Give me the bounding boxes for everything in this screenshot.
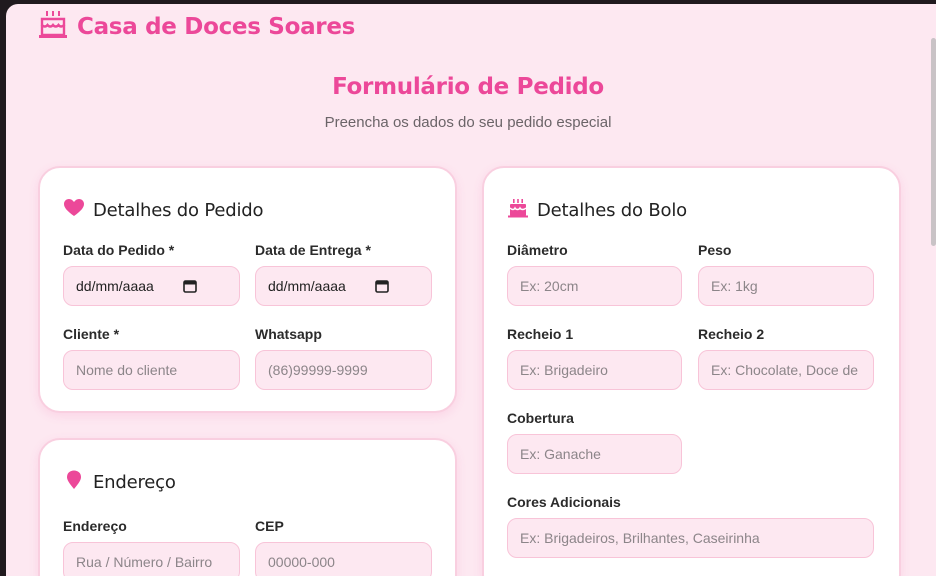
address-heading: Endereço [93, 472, 176, 493]
form-title: Formulário de Pedido [332, 74, 604, 100]
filling-1-label: Recheio 1 [507, 326, 574, 342]
order-details-heading: Detalhes do Pedido [93, 200, 264, 221]
brand[interactable]: Casa de Doces Soares [38, 9, 355, 44]
calendar-icon[interactable] [375, 279, 389, 293]
delivery-date-value: dd/mm/aaaa [268, 278, 346, 294]
filling-2-input[interactable] [698, 350, 874, 390]
order-date-input[interactable]: dd/mm/aaaa [63, 266, 240, 306]
order-date-value: dd/mm/aaaa [76, 278, 154, 294]
order-details-card: Detalhes do Pedido Data do Pedido * dd/m… [38, 166, 457, 413]
order-date-label: Data do Pedido * [63, 242, 175, 258]
map-pin-icon [64, 470, 84, 495]
whatsapp-input[interactable] [255, 350, 432, 390]
cake-icon [508, 198, 528, 223]
cep-input[interactable] [255, 542, 432, 576]
address-label: Endereço [63, 518, 127, 534]
weight-input[interactable] [698, 266, 874, 306]
diameter-input[interactable] [507, 266, 682, 306]
filling-1-input[interactable] [507, 350, 682, 390]
cake-icon [38, 9, 68, 44]
cake-details-card: Detalhes do Bolo Diâmetro Peso Recheio 1… [482, 166, 901, 576]
extra-colors-input[interactable] [507, 518, 874, 558]
weight-label: Peso [698, 242, 732, 258]
filling-2-label: Recheio 2 [698, 326, 765, 342]
address-card: Endereço Endereço CEP [38, 438, 457, 576]
calendar-icon[interactable] [183, 279, 197, 293]
delivery-date-label: Data de Entrega * [255, 242, 371, 258]
brand-name: Casa de Doces Soares [77, 13, 356, 40]
client-input[interactable] [63, 350, 240, 390]
client-label: Cliente * [63, 326, 120, 342]
app-window: Casa de Doces Soares Formulário de Pedid… [6, 4, 936, 576]
whatsapp-label: Whatsapp [255, 326, 322, 342]
cake-details-heading: Detalhes do Bolo [537, 200, 687, 221]
cep-label: CEP [255, 518, 284, 534]
extra-colors-label: Cores Adicionais [507, 494, 621, 510]
diameter-label: Diâmetro [507, 242, 568, 258]
delivery-date-input[interactable]: dd/mm/aaaa [255, 266, 432, 306]
heart-icon [64, 198, 84, 223]
topping-input[interactable] [507, 434, 682, 474]
topping-label: Cobertura [507, 410, 574, 426]
scrollbar[interactable] [931, 38, 936, 246]
address-input[interactable] [63, 542, 240, 576]
form-subtitle: Preencha os dados do seu pedido especial [324, 114, 612, 131]
